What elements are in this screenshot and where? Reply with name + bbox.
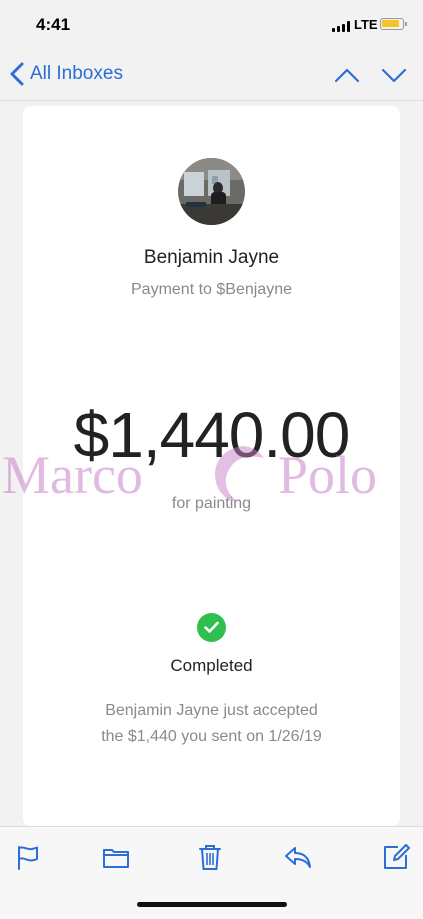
receipt-card: Benjamin Jayne Payment to $Benjayne $1,4… (23, 106, 400, 826)
flag-icon[interactable] (14, 843, 42, 871)
status-message-line2: the $1,440 you sent on 1/26/19 (101, 728, 322, 745)
status-time: 4:41 (36, 15, 71, 34)
network-label: LTE (354, 17, 378, 32)
payment-amount: $1,440.00 (73, 399, 351, 471)
payment-status: Completed (170, 656, 253, 675)
back-button[interactable]: All Inboxes (10, 62, 123, 86)
avatar (178, 158, 245, 225)
battery-icon (380, 18, 407, 30)
status-bar: 4:41 LTE (0, 0, 423, 50)
chevron-down-icon[interactable] (380, 64, 408, 86)
checkmark-icon (197, 613, 226, 642)
recipient-name: Benjamin Jayne (143, 247, 280, 268)
back-label: All Inboxes (30, 63, 123, 84)
trash-icon[interactable] (196, 843, 224, 871)
status-message-line1: Benjamin Jayne just accepted (105, 702, 318, 719)
nav-divider (0, 100, 423, 101)
nav-bar: All Inboxes (0, 50, 423, 100)
home-indicator (137, 902, 287, 907)
payment-to: Payment to $Benjayne (131, 281, 292, 298)
reply-icon[interactable] (284, 843, 312, 871)
folder-icon[interactable] (102, 843, 130, 871)
chevron-up-icon[interactable] (333, 64, 361, 86)
signal-icon (332, 21, 350, 32)
chevron-left-icon (10, 62, 24, 86)
payment-memo: for painting (171, 495, 252, 512)
compose-icon[interactable] (382, 843, 410, 871)
status-message: Benjamin Jayne just accepted the $1,440 … (53, 698, 370, 750)
